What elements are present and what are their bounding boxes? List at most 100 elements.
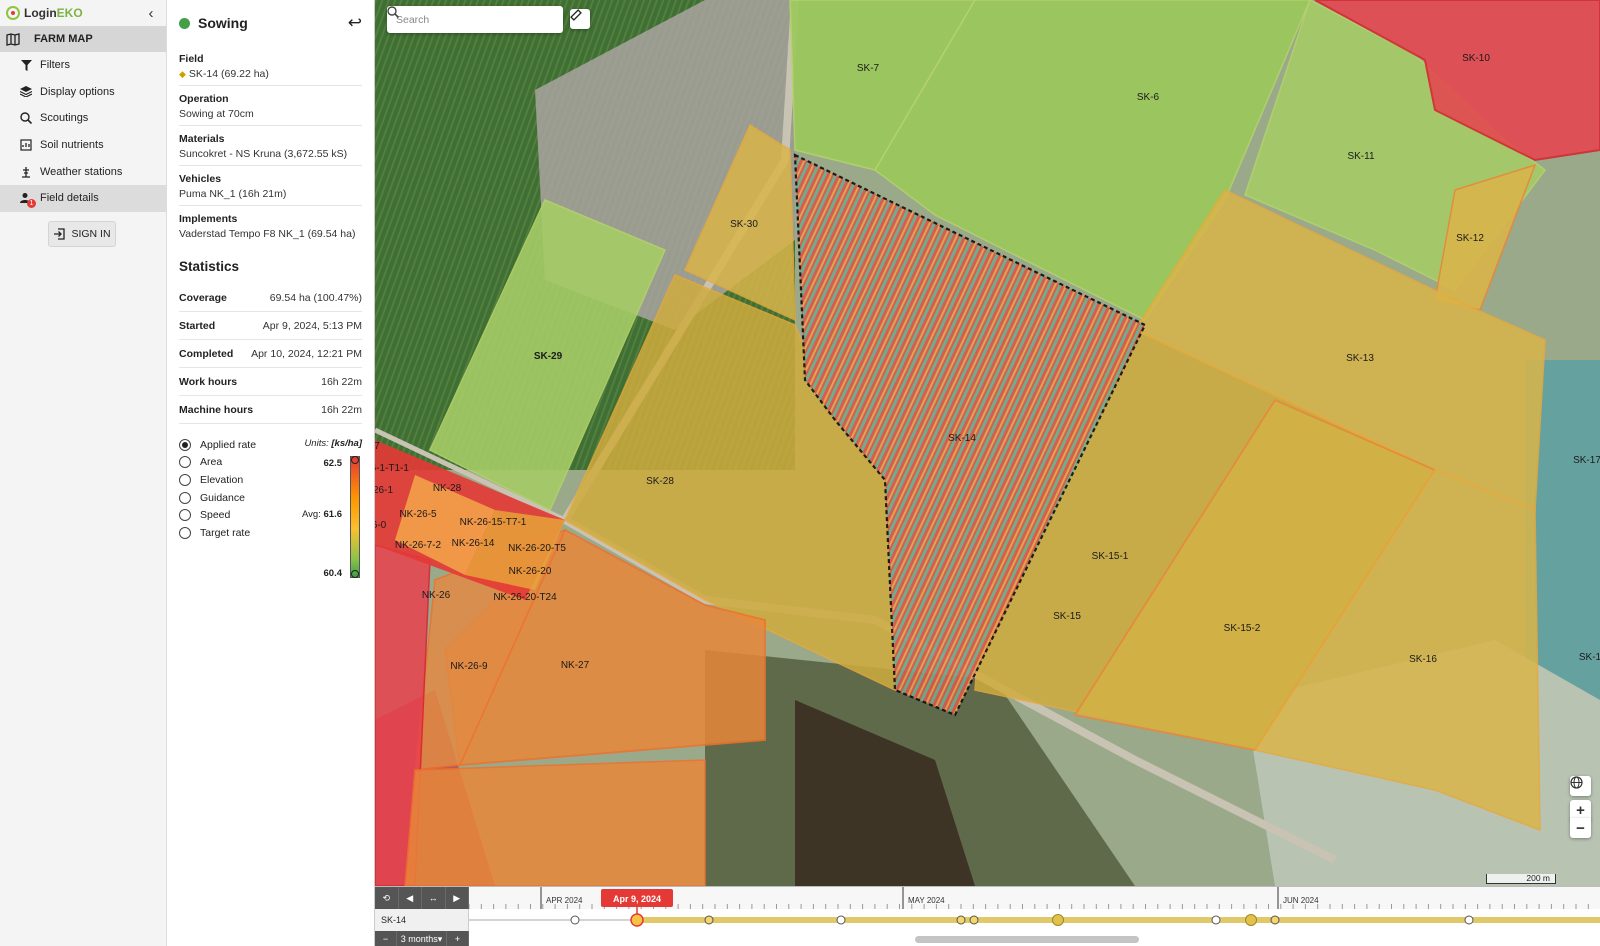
vehicles-info: Vehicles Puma NK_1 (16h 21m) [179,166,362,206]
label-sk-29: SK-29 [534,351,563,362]
stat-key: Machine hours [179,403,254,416]
map-canvas[interactable]: SK-7 SK-6 SK-10 SK-11 SK-12 SK-30 SK-29 … [375,0,1600,886]
farm-map[interactable]: SK-7 SK-6 SK-10 SK-11 SK-12 SK-30 SK-29 … [375,0,1600,886]
zoom-in-button[interactable]: + [1570,800,1591,820]
nav-item-soil-nutrients[interactable]: Soil nutrients [0,132,166,159]
timeline-zoom-out-icon[interactable]: − [375,931,397,946]
legend-max-handle[interactable] [351,456,359,464]
stat-value: Apr 10, 2024, 12:21 PM [251,347,362,360]
label-sk-1: SK-1 [1579,652,1600,663]
sign-in-button[interactable]: SIGN IN [48,221,116,247]
timeline-event[interactable] [836,915,846,925]
label-nk-26-20: NK-26-20 [509,566,552,577]
radio-target-rate[interactable]: Target rate [179,524,362,542]
map-search[interactable] [387,6,563,33]
nav-item-label: Weather stations [40,165,123,178]
step-back-icon[interactable]: ◀ [399,887,422,909]
nav-item-display-options[interactable]: Display options [0,79,166,106]
stat-row-coverage: Coverage 69.54 ha (100.47%) [179,284,362,312]
radio-button[interactable] [179,526,191,539]
operation-value: Sowing at 70cm [179,108,254,120]
search-input[interactable] [396,13,526,26]
sign-in-icon [54,228,66,240]
nav-item-label: Field details [40,192,99,205]
legend-avg-value: 61.6 [323,509,343,520]
radio-label: Applied rate [200,438,257,451]
filter-icon [20,59,32,71]
stat-value: 16h 22m [321,375,362,388]
timeline-event[interactable] [570,915,580,925]
stat-row-started: Started Apr 9, 2024, 5:13 PM [179,312,362,340]
timeline-track[interactable]: APR 2024 MAY 2024 JUN 2024 Apr 9, 2024 [468,887,1600,946]
range-select[interactable]: 3 months ▾ [397,931,447,946]
soil-icon [20,139,32,151]
timeline: ⟲ ◀ ↔ ▶ SK-14 − 3 months ▾ + APR 2024 MAY… [375,886,1600,946]
ruler-icon [570,9,582,21]
fit-range-icon[interactable]: ↔ [422,887,446,909]
radio-label: Area [200,456,223,469]
map-icon [6,32,20,46]
radio-button[interactable] [179,438,191,451]
radio-label: Target rate [200,526,251,539]
label-sk-14: SK-14 [948,433,976,444]
month-label-apr: APR 2024 [546,896,583,905]
field-southwest[interactable] [404,759,706,886]
logo-icon [6,6,20,20]
stat-key: Started [179,319,216,332]
step-forward-icon[interactable]: ▶ [446,887,469,909]
chevron-left-icon[interactable]: ‹ [142,5,160,22]
nav-item-weather-stations[interactable]: Weather stations [0,158,166,185]
field-info: Field ◆ SK-14 (69.22 ha) [179,46,362,86]
scale-bar: 200 m [1486,874,1556,884]
radio-button[interactable] [179,491,191,504]
farm-map-section[interactable]: FARM MAP [0,26,166,52]
stat-value: 16h 22m [321,403,362,416]
measure-button[interactable] [570,9,590,29]
legend-avg: Avg: 61.6 [302,509,342,520]
radio-elevation[interactable]: Elevation [179,471,362,489]
vehicles-value: Puma NK_1 (16h 21m) [179,188,287,200]
timeline-event[interactable] [704,915,714,925]
timeline-event[interactable] [1052,914,1064,926]
timeline-event[interactable] [1211,915,1221,925]
stat-key: Completed [179,347,234,360]
nav-item-label: Soil nutrients [40,139,104,152]
nav-item-filters[interactable]: Filters [0,52,166,79]
logo-text: LoginEKO [24,6,83,20]
zoom-out-button[interactable]: − [1570,818,1591,838]
label-sk-11: SK-11 [1347,151,1374,162]
legend-min-handle[interactable] [351,570,359,578]
label-nk-26: NK-26 [422,590,451,601]
range-select-label: 3 months [400,934,438,944]
timeline-event[interactable] [956,915,966,925]
nav-item-field-details[interactable]: 1 Field details [0,184,166,212]
timeline-event[interactable] [1464,915,1474,925]
sign-in-label: SIGN IN [71,228,111,240]
nav-item-scoutings[interactable]: Scoutings [0,105,166,132]
back-arrow-icon[interactable]: ↩ [348,13,362,33]
label-26-1: 26-1 [375,485,393,496]
timeline-canvas[interactable]: APR 2024 MAY 2024 JUN 2024 Apr 9, 2024 [468,887,1600,946]
stat-value: 69.54 ha (100.47%) [269,291,362,304]
timeline-event[interactable] [969,915,979,925]
timeline-zoom-in-icon[interactable]: + [447,931,469,946]
status-dot [179,17,190,29]
label-nk-27: NK-27 [561,660,590,671]
field-value: SK-14 (69.22 ha) [188,68,269,80]
timeline-scrollbar[interactable] [915,936,1139,943]
radio-button[interactable] [179,509,191,522]
reset-icon[interactable]: ⟲ [375,887,399,909]
timeline-event[interactable] [1245,914,1257,926]
radio-guidance[interactable]: Guidance [179,489,362,507]
globe-button[interactable] [1570,776,1591,796]
legend-avg-label: Avg: [302,509,321,520]
radio-button[interactable] [179,456,191,469]
label-sk-6: SK-6 [1137,92,1160,103]
timeline-event-selected[interactable] [630,913,644,927]
plus-icon: + [1576,801,1585,819]
timeline-event[interactable] [1270,915,1280,925]
materials-value: Suncokret - NS Kruna (3,672.55 kS) [179,148,348,160]
materials-info: Materials Suncokret - NS Kruna (3,672.55… [179,126,362,166]
radio-button[interactable] [179,473,191,486]
sidebar-nav: LoginEKO ‹ FARM MAP Filters Display opti… [0,0,167,946]
